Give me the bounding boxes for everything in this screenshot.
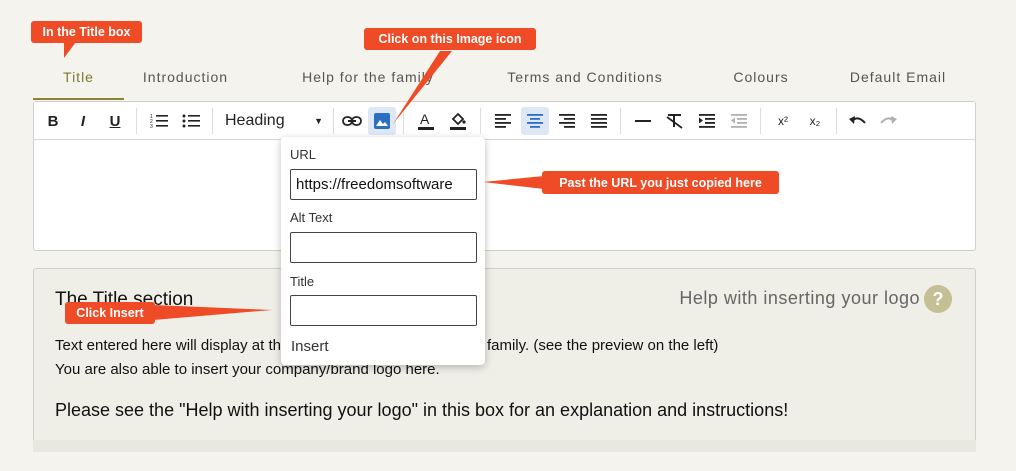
- title-callout-pointer: [64, 42, 76, 58]
- callout-paste-url: Past the URL you just copied here: [542, 171, 779, 194]
- callout-title-box: In the Title box: [31, 21, 142, 43]
- image-callout-pointer: [393, 51, 452, 124]
- url-callout-pointer: [483, 176, 544, 189]
- callout-click-insert: Click Insert: [65, 302, 155, 324]
- callout-image-icon: Click on this Image icon: [364, 28, 536, 50]
- annotation-arrows: [64, 42, 544, 320]
- insert-callout-pointer: [153, 305, 272, 320]
